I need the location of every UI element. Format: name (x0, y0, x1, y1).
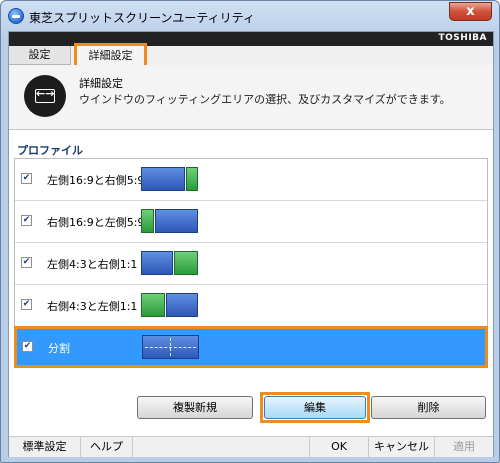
arrows-icon-part: ←→ (36, 87, 55, 100)
profile-section-label: プロファイル (17, 144, 83, 157)
layout-thumbnail (141, 251, 201, 275)
ok-button[interactable]: OK (309, 437, 369, 457)
delete-button[interactable]: 削除 (371, 396, 486, 419)
profile-label: 右側4:3と左側1:1 (47, 300, 138, 313)
app-window: 東芝スプリットスクリーンユーティリティ x TOSHIBA 設定 詳細設定 ←→… (0, 0, 500, 463)
tab-settings[interactable]: 設定 (9, 46, 71, 65)
profile-label: 左側4:3と右側1:1 (47, 258, 138, 271)
profile-checkbox[interactable]: ✔ (21, 257, 32, 268)
layout-pane-right (186, 167, 198, 191)
layout-pane-right (155, 209, 198, 233)
split-divider-horizontal (145, 347, 196, 348)
profile-row[interactable]: ✔ 左側4:3と右側1:1 (15, 243, 487, 285)
page-title: 詳細設定 (79, 77, 123, 90)
page-description: ウインドウのフィッティングエリアの選択、及びカスタマイズができます。 (79, 93, 451, 106)
layout-pane-left (141, 167, 185, 191)
profile-checkbox[interactable]: ✔ (21, 299, 32, 310)
profile-label: 左側16:9と右側5:9 (47, 174, 145, 187)
profile-checkbox[interactable]: ✔ (22, 341, 33, 352)
layout-pane-right (174, 251, 198, 275)
edit-button[interactable]: 編集 (264, 396, 366, 419)
layout-thumbnail (142, 335, 202, 359)
profile-checkbox[interactable]: ✔ (21, 173, 32, 184)
layout-thumbnail (141, 209, 201, 233)
brand-logo: TOSHIBA (438, 33, 487, 43)
copy-new-button[interactable]: 複製新規 (137, 396, 253, 419)
profile-row[interactable]: ✔ 右側4:3と左側1:1 (15, 285, 487, 327)
app-icon (8, 8, 24, 24)
footer-bar: 標準設定 ヘルプ OK キャンセル 適用 (9, 436, 493, 457)
profile-row-selected[interactable]: ✔ 分割 (14, 326, 488, 368)
cancel-button[interactable]: キャンセル (369, 437, 435, 457)
layout-pane-left (141, 251, 173, 275)
layout-pane-split (142, 335, 199, 359)
layout-pane-left (141, 293, 165, 317)
client-area: TOSHIBA 設定 詳細設定 ←→ 詳細設定 ウインドウのフィッティングエリア… (8, 31, 494, 457)
layout-pane-right (166, 293, 198, 317)
page-header: ←→ 詳細設定 ウインドウのフィッティングエリアの選択、及びカスタマイズができま… (9, 65, 493, 130)
tab-strip: TOSHIBA 設定 詳細設定 (9, 32, 493, 68)
layout-thumbnail (141, 293, 201, 317)
profile-label: 分割 (48, 342, 70, 355)
title-bar[interactable]: 東芝スプリットスクリーンユーティリティ x (1, 1, 499, 31)
layout-thumbnail (141, 167, 201, 191)
defaults-button[interactable]: 標準設定 (9, 437, 81, 457)
profile-list[interactable]: ✔ 左側16:9と右側5:9 ✔ 右側16:9と左側5:9 ✔ 左側4:3と右側… (14, 158, 488, 368)
window-title: 東芝スプリットスクリーンユーティリティ (29, 11, 255, 25)
profile-row[interactable]: ✔ 左側16:9と右側5:9 (15, 159, 487, 201)
apply-button[interactable]: 適用 (435, 437, 493, 457)
fit-arrows-icon: ←→ (24, 75, 66, 117)
profile-checkbox[interactable]: ✔ (21, 215, 32, 226)
profile-label: 右側16:9と左側5:9 (47, 216, 145, 229)
layout-pane-left (141, 209, 154, 233)
close-button[interactable]: x (449, 2, 492, 21)
help-button[interactable]: ヘルプ (81, 437, 133, 457)
profile-row[interactable]: ✔ 右側16:9と左側5:9 (15, 201, 487, 243)
